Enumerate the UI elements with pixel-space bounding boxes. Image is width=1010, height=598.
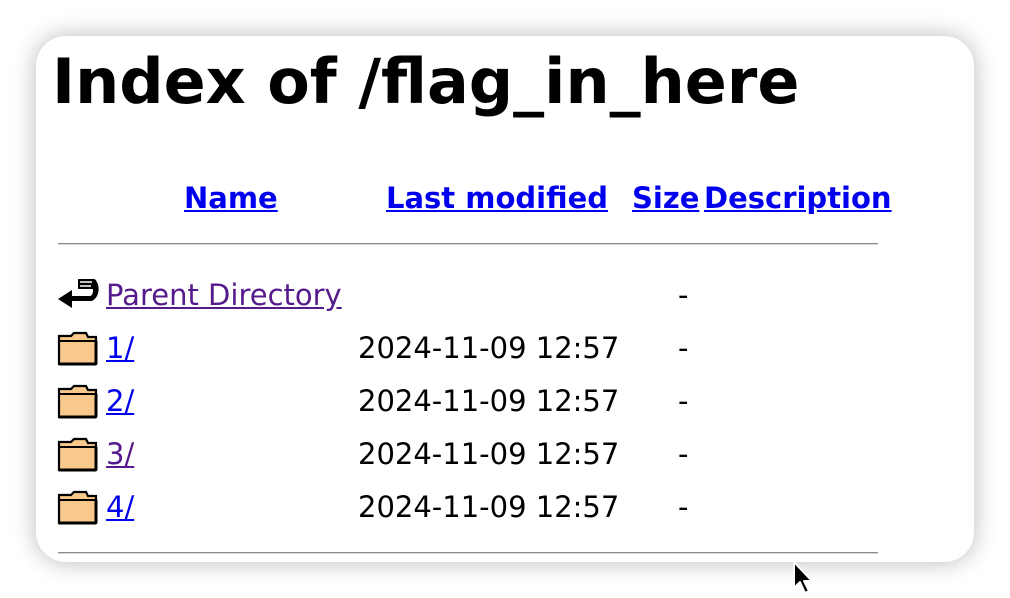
- table-row: 4/ 2024-11-09 12:57 -: [36, 485, 974, 529]
- page-title: Index of /flag_in_here: [52, 45, 800, 118]
- row-last-modified: 2024-11-09 12:57: [358, 384, 620, 418]
- folder-icon: [56, 434, 100, 474]
- row-size: -: [678, 331, 689, 365]
- header-divider: [58, 243, 878, 245]
- table-row: Parent Directory -: [36, 273, 974, 317]
- folder-icon: [56, 381, 100, 421]
- folder-link-4[interactable]: 4/: [106, 485, 134, 529]
- browser-page: Index of /flag_in_here Name Last modifie…: [36, 36, 974, 562]
- column-header-description[interactable]: Description: [704, 180, 892, 216]
- table-row: 1/ 2024-11-09 12:57 -: [36, 326, 974, 370]
- mouse-pointer-icon: [793, 561, 813, 594]
- row-size: -: [678, 437, 689, 471]
- row-last-modified: 2024-11-09 12:57: [358, 490, 620, 524]
- folder-link-2[interactable]: 2/: [106, 379, 134, 423]
- row-last-modified: 2024-11-09 12:57: [358, 437, 620, 471]
- folder-icon: [56, 328, 100, 368]
- row-size: -: [678, 278, 689, 312]
- folder-icon: [56, 487, 100, 527]
- column-header-name[interactable]: Name: [184, 180, 278, 216]
- row-size: -: [678, 490, 689, 524]
- parent-directory-link[interactable]: Parent Directory: [106, 273, 342, 317]
- column-header-size[interactable]: Size: [632, 180, 699, 216]
- table-row: 2/ 2024-11-09 12:57 -: [36, 379, 974, 423]
- back-arrow-icon: [56, 275, 100, 315]
- row-size: -: [678, 384, 689, 418]
- folder-link-3[interactable]: 3/: [106, 432, 134, 476]
- row-last-modified: 2024-11-09 12:57: [358, 331, 620, 365]
- folder-link-1[interactable]: 1/: [106, 326, 134, 370]
- column-header-last-modified[interactable]: Last modified: [386, 180, 608, 216]
- footer-divider: [58, 552, 878, 554]
- table-row: 3/ 2024-11-09 12:57 -: [36, 432, 974, 476]
